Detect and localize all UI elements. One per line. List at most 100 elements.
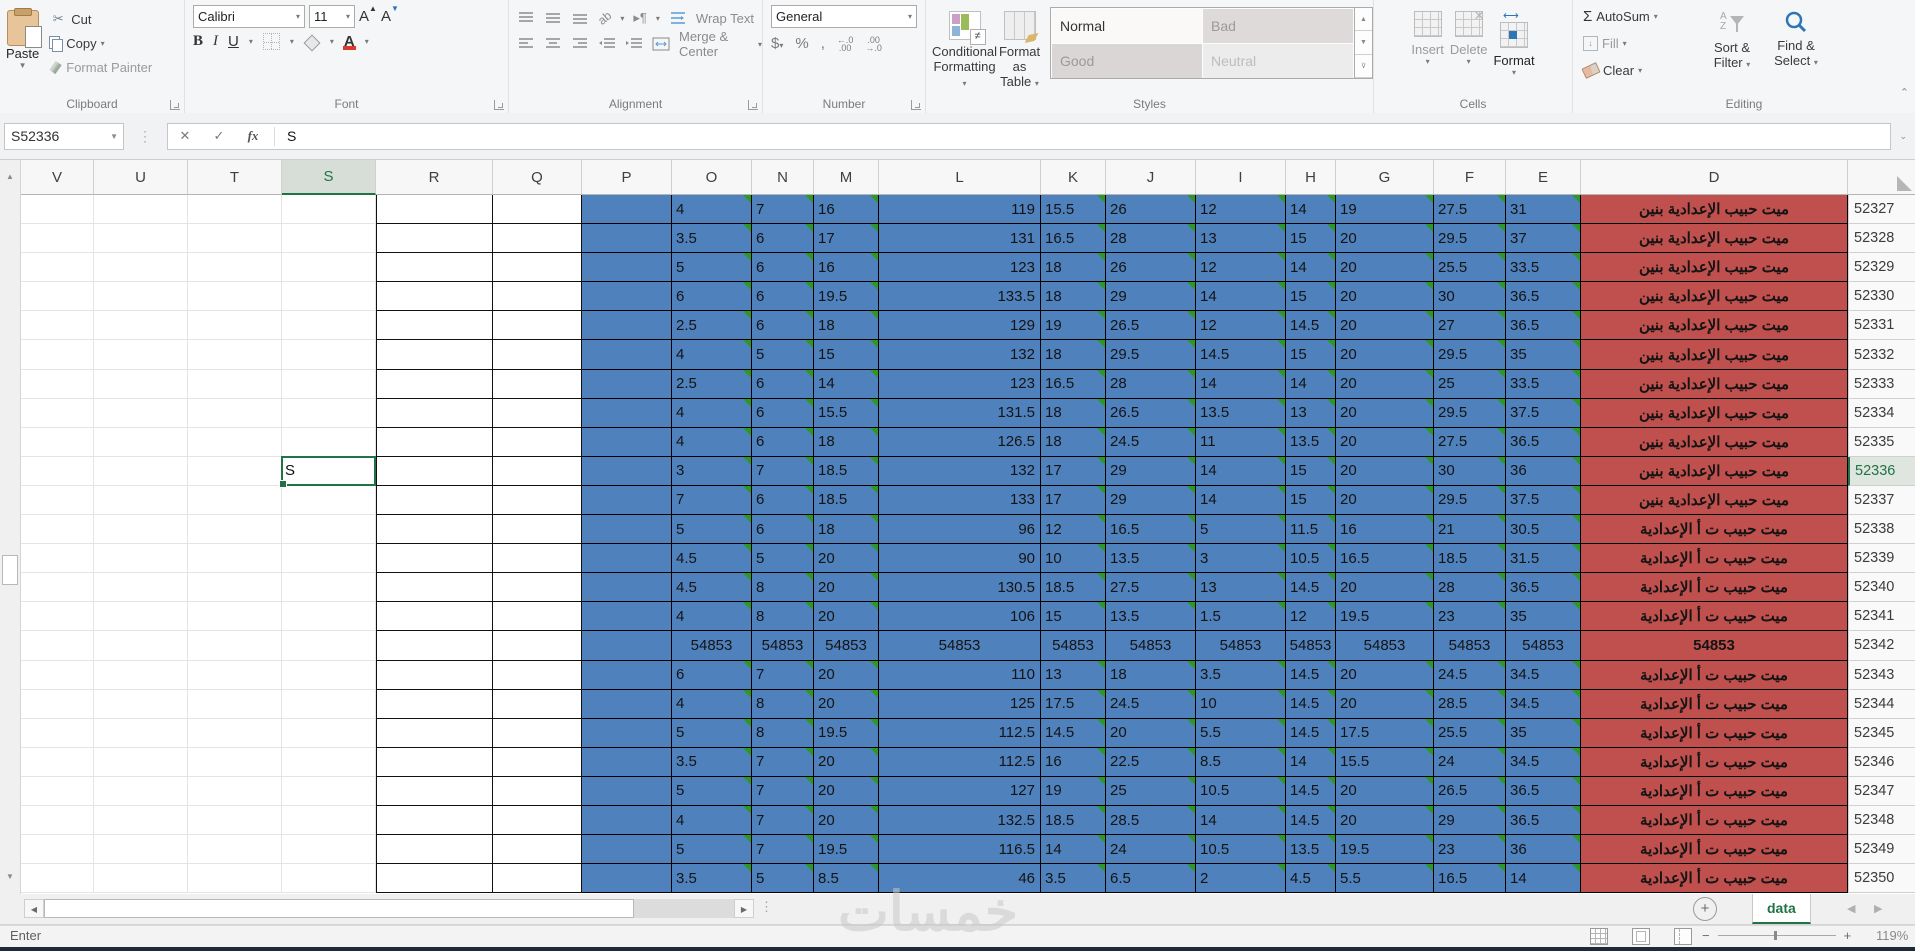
cell-U52345[interactable] <box>94 718 188 748</box>
cell-M52350[interactable]: 8.5 <box>814 864 879 894</box>
cell-I52335[interactable]: 11 <box>1196 427 1286 457</box>
cell-P52333[interactable] <box>582 369 672 399</box>
scroll-up-arrow[interactable]: ▲ <box>2 164 18 190</box>
cell-K52327[interactable]: 15.5 <box>1041 195 1106 225</box>
cell-G52334[interactable]: 20 <box>1336 398 1434 428</box>
cell-F52331[interactable]: 27 <box>1434 311 1506 341</box>
fill-handle[interactable] <box>279 479 287 488</box>
column-header-K[interactable]: K <box>1041 160 1106 195</box>
row-header-52348[interactable]: 52348 <box>1848 805 1915 836</box>
cell-H52327[interactable]: 14 <box>1286 195 1336 225</box>
cell-O52333[interactable]: 2.5 <box>672 369 752 399</box>
cell-L52330[interactable]: 133.5 <box>879 282 1041 312</box>
cell-N52349[interactable]: 7 <box>752 835 814 865</box>
cell-V52336[interactable] <box>21 456 94 486</box>
cell-U52338[interactable] <box>94 515 188 545</box>
cell-D52330[interactable]: ميت حبيب الإعدادية بنين <box>1581 282 1848 312</box>
sheet-tab-data[interactable]: data <box>1752 894 1811 924</box>
paste-button[interactable]: Paste ▼ <box>6 4 42 90</box>
cell-V52332[interactable] <box>21 340 94 370</box>
merge-center-icon[interactable] <box>652 36 670 52</box>
cell-P52349[interactable] <box>582 835 672 865</box>
cell-S52340[interactable] <box>282 573 376 603</box>
cell-E52332[interactable]: 35 <box>1506 340 1581 370</box>
cell-Q52335[interactable] <box>493 427 582 457</box>
cell-M52337[interactable]: 18.5 <box>814 485 879 516</box>
cell-N52337[interactable]: 6 <box>752 485 814 516</box>
cell-style-neutral[interactable]: Neutral <box>1203 44 1353 78</box>
zoom-slider[interactable] <box>1717 931 1836 940</box>
cell-V52338[interactable] <box>21 515 94 545</box>
cell-K52348[interactable]: 18.5 <box>1041 805 1106 836</box>
row-header-52340[interactable]: 52340 <box>1848 573 1915 603</box>
cell-D52345[interactable]: ميت حبيب ت أ الإعدادية <box>1581 718 1848 748</box>
number-format-combo[interactable]: General ▾ <box>771 5 917 28</box>
cell-H52340[interactable]: 14.5 <box>1286 573 1336 603</box>
format-as-table-button[interactable]: Format as Table ▾ <box>997 5 1042 91</box>
cell-G52336[interactable]: 20 <box>1336 456 1434 486</box>
cell-U52344[interactable] <box>94 689 188 719</box>
align-bottom-icon[interactable] <box>571 10 589 26</box>
cell-O52335[interactable]: 4 <box>672 427 752 457</box>
cell-T52336[interactable] <box>188 456 282 486</box>
cell-G52337[interactable]: 20 <box>1336 485 1434 516</box>
cell-L52334[interactable]: 131.5 <box>879 398 1041 428</box>
cell-D52333[interactable]: ميت حبيب الإعدادية بنين <box>1581 369 1848 399</box>
cell-G52335[interactable]: 20 <box>1336 427 1434 457</box>
cell-E52338[interactable]: 30.5 <box>1506 515 1581 545</box>
cell-K52338[interactable]: 12 <box>1041 515 1106 545</box>
cell-F52336[interactable]: 30 <box>1434 456 1506 486</box>
cell-E52328[interactable]: 37 <box>1506 224 1581 254</box>
cancel-button[interactable]: ✕ <box>168 128 202 144</box>
cell-N52330[interactable]: 6 <box>752 282 814 312</box>
cell-Q52332[interactable] <box>493 340 582 370</box>
cell-M52333[interactable]: 14 <box>814 369 879 399</box>
cell-V52333[interactable] <box>21 369 94 399</box>
cell-L52349[interactable]: 116.5 <box>879 835 1041 865</box>
cell-S52331[interactable] <box>282 311 376 341</box>
cell-N52342[interactable]: 54853 <box>752 631 814 661</box>
cell-V52329[interactable] <box>21 253 94 283</box>
cell-O52336[interactable]: 3 <box>672 456 752 486</box>
cell-Q52341[interactable] <box>493 602 582 632</box>
cell-D52347[interactable]: ميت حبيب ت أ الإعدادية <box>1581 776 1848 806</box>
cell-T52347[interactable] <box>188 776 282 806</box>
autosum-button[interactable]: Σ AutoSum ▾ <box>1583 4 1701 28</box>
align-middle-icon[interactable] <box>544 10 562 26</box>
cell-G52343[interactable]: 20 <box>1336 660 1434 690</box>
cell-T52329[interactable] <box>188 253 282 283</box>
cell-F52338[interactable]: 21 <box>1434 515 1506 545</box>
cell-U52339[interactable] <box>94 544 188 574</box>
alignment-dialog-launcher[interactable] <box>748 100 758 110</box>
cell-G52346[interactable]: 15.5 <box>1336 747 1434 777</box>
align-top-icon[interactable] <box>517 10 535 26</box>
cell-style-good[interactable]: Good <box>1052 44 1202 78</box>
cell-U52349[interactable] <box>94 835 188 865</box>
cell-U52333[interactable] <box>94 369 188 399</box>
cell-Q52339[interactable] <box>493 544 582 574</box>
cell-H52331[interactable]: 14.5 <box>1286 311 1336 341</box>
cell-R52335[interactable] <box>376 427 493 457</box>
column-header-R[interactable]: R <box>376 160 493 195</box>
cell-M52334[interactable]: 15.5 <box>814 398 879 428</box>
cell-T52348[interactable] <box>188 805 282 836</box>
cell-D52342[interactable]: 54853 <box>1581 631 1848 661</box>
cell-style-normal[interactable]: Normal <box>1052 9 1202 43</box>
row-header-52336[interactable]: 52336 <box>1848 456 1915 486</box>
cell-P52350[interactable] <box>582 864 672 894</box>
cell-G52350[interactable]: 5.5 <box>1336 864 1434 894</box>
merge-center-dropdown-arrow[interactable]: ▾ <box>758 40 762 49</box>
cell-M52335[interactable]: 18 <box>814 427 879 457</box>
cell-N52347[interactable]: 7 <box>752 776 814 806</box>
cell-P52330[interactable] <box>582 282 672 312</box>
underline-dropdown-arrow[interactable]: ▾ <box>249 37 253 46</box>
cell-R52328[interactable] <box>376 224 493 254</box>
cell-J52348[interactable]: 28.5 <box>1106 805 1196 836</box>
cell-P52327[interactable] <box>582 195 672 225</box>
cell-V52343[interactable] <box>21 660 94 690</box>
cell-Q52334[interactable] <box>493 398 582 428</box>
cell-J52350[interactable]: 6.5 <box>1106 864 1196 894</box>
cell-U52328[interactable] <box>94 224 188 254</box>
cell-D52331[interactable]: ميت حبيب الإعدادية بنين <box>1581 311 1848 341</box>
cell-L52332[interactable]: 132 <box>879 340 1041 370</box>
